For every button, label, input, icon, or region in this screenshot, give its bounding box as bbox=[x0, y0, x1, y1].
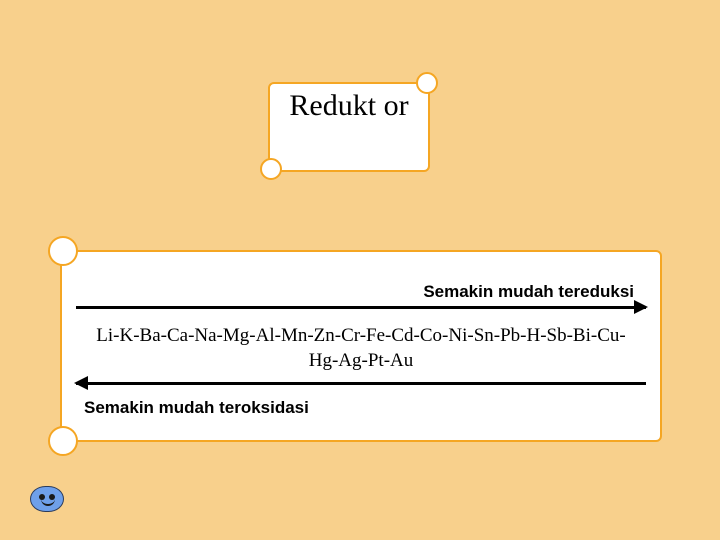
scroll-curl-icon bbox=[260, 158, 282, 180]
arrow-left-icon bbox=[76, 382, 646, 385]
title-text: Redukt or bbox=[270, 90, 428, 122]
element-series: Li-K-Ba-Ca-Na-Mg-Al-Mn-Zn-Cr-Fe-Cd-Co-Ni… bbox=[62, 324, 660, 373]
smiley-button[interactable] bbox=[30, 486, 64, 512]
smiley-mouth-icon bbox=[41, 499, 55, 506]
scroll-curl-icon bbox=[48, 426, 78, 456]
label-easier-reduced: Semakin mudah tereduksi bbox=[423, 282, 634, 302]
element-series-line2: Hg-Ag-Pt-Au bbox=[309, 350, 414, 371]
title-scroll-card: Redukt or bbox=[268, 82, 430, 172]
scroll-curl-icon bbox=[48, 236, 78, 266]
label-easier-oxidized: Semakin mudah teroksidasi bbox=[84, 398, 309, 418]
element-series-line1: Li-K-Ba-Ca-Na-Mg-Al-Mn-Zn-Cr-Fe-Cd-Co-Ni… bbox=[96, 325, 625, 346]
arrow-right-icon bbox=[76, 306, 646, 309]
reactivity-series-panel: Semakin mudah tereduksi Li-K-Ba-Ca-Na-Mg… bbox=[60, 250, 662, 442]
slide-canvas: Redukt or Semakin mudah tereduksi Li-K-B… bbox=[0, 0, 720, 540]
